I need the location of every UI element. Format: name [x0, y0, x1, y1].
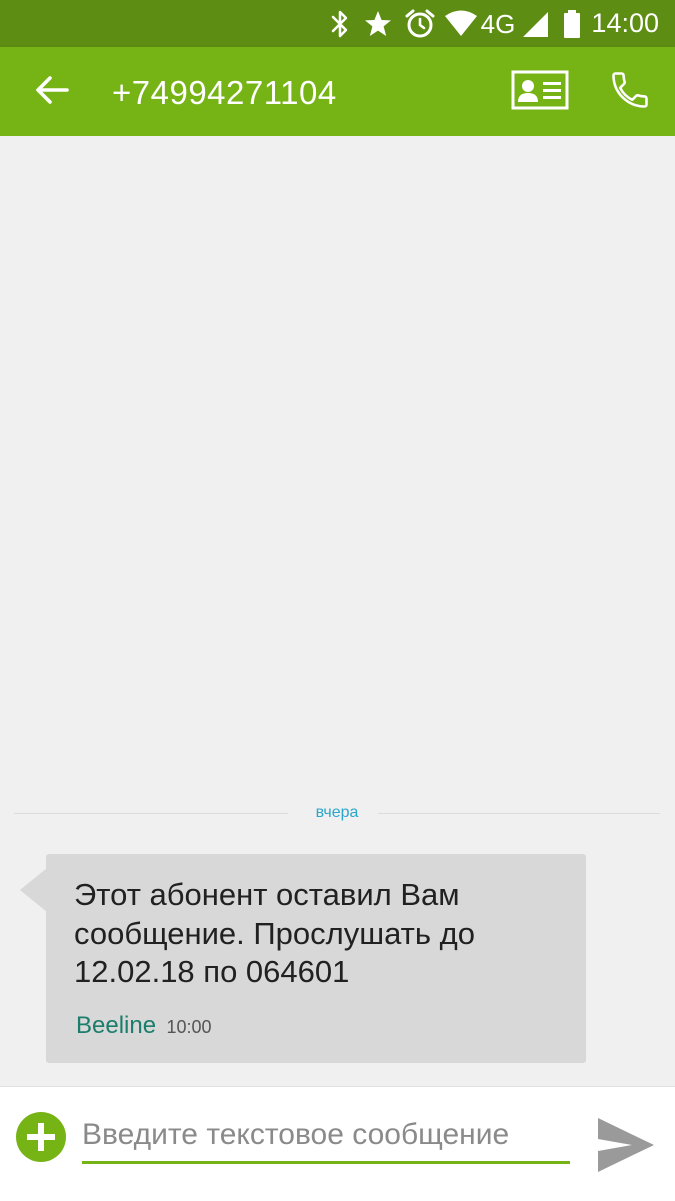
battery-icon — [560, 8, 584, 40]
contact-details-button[interactable] — [506, 67, 574, 117]
send-button[interactable] — [594, 1117, 658, 1177]
send-icon — [596, 1116, 656, 1179]
contact-card-icon — [511, 70, 569, 115]
bubble-tail — [20, 868, 47, 912]
bluetooth-icon — [328, 8, 352, 40]
status-bar: 4G 14:00 — [0, 0, 675, 47]
signal-icon — [520, 8, 550, 40]
back-button[interactable] — [20, 65, 84, 119]
conversation-title: +74994271104 — [112, 74, 337, 111]
star-icon — [362, 8, 394, 40]
arrow-left-icon — [35, 75, 69, 110]
call-button[interactable] — [598, 65, 662, 119]
message-text: Этот абонент оставил Вам сообщение. Прос… — [74, 877, 475, 989]
compose-bar — [0, 1086, 675, 1201]
wifi-icon — [444, 8, 478, 40]
phone-icon — [608, 68, 652, 117]
message-time: 10:00 — [166, 1017, 212, 1037]
alarm-icon — [404, 8, 436, 40]
message-input[interactable] — [82, 1113, 572, 1157]
message-sender: Beeline — [76, 1012, 157, 1039]
status-time: 14:00 — [591, 8, 659, 38]
message-meta: Beeline 10:00 — [76, 1012, 212, 1040]
incoming-message[interactable]: Этот абонент оставил Вам сообщение. Прос… — [46, 854, 586, 1063]
input-underline — [82, 1161, 570, 1164]
conversation-area[interactable]: вчера Этот абонент оставил Вам сообщение… — [0, 136, 675, 1086]
attach-button[interactable] — [16, 1112, 66, 1162]
app-bar: +74994271104 — [0, 47, 675, 136]
divider-line-right — [378, 813, 660, 814]
date-divider: вчера — [14, 796, 660, 832]
network-type-label: 4G — [480, 9, 516, 39]
